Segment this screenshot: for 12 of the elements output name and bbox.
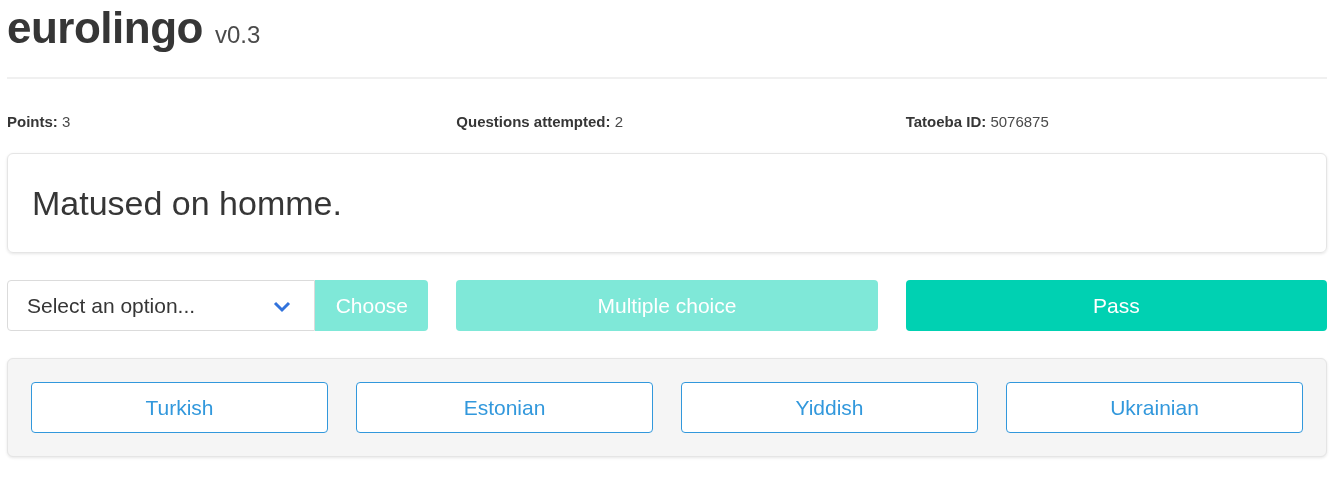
- app-title: eurolingo: [7, 3, 203, 53]
- stat-text: Tatoeba ID: 5076875: [905, 113, 1050, 130]
- language-option-button[interactable]: Ukrainian: [1006, 382, 1303, 433]
- language-select[interactable]: Select an option...: [7, 280, 316, 331]
- sentence-text: Matused on homme.: [32, 183, 342, 223]
- stat-text: Points: 3: [7, 113, 72, 130]
- stat-text: Questions attempted: 2: [456, 113, 625, 130]
- action-button[interactable]: Pass: [905, 280, 1327, 331]
- version-label: v0.3: [214, 21, 261, 49]
- language-option-button[interactable]: Turkish: [31, 382, 328, 433]
- language-option-button[interactable]: Yiddish: [681, 382, 978, 433]
- language-option-button[interactable]: Estonian: [356, 382, 653, 433]
